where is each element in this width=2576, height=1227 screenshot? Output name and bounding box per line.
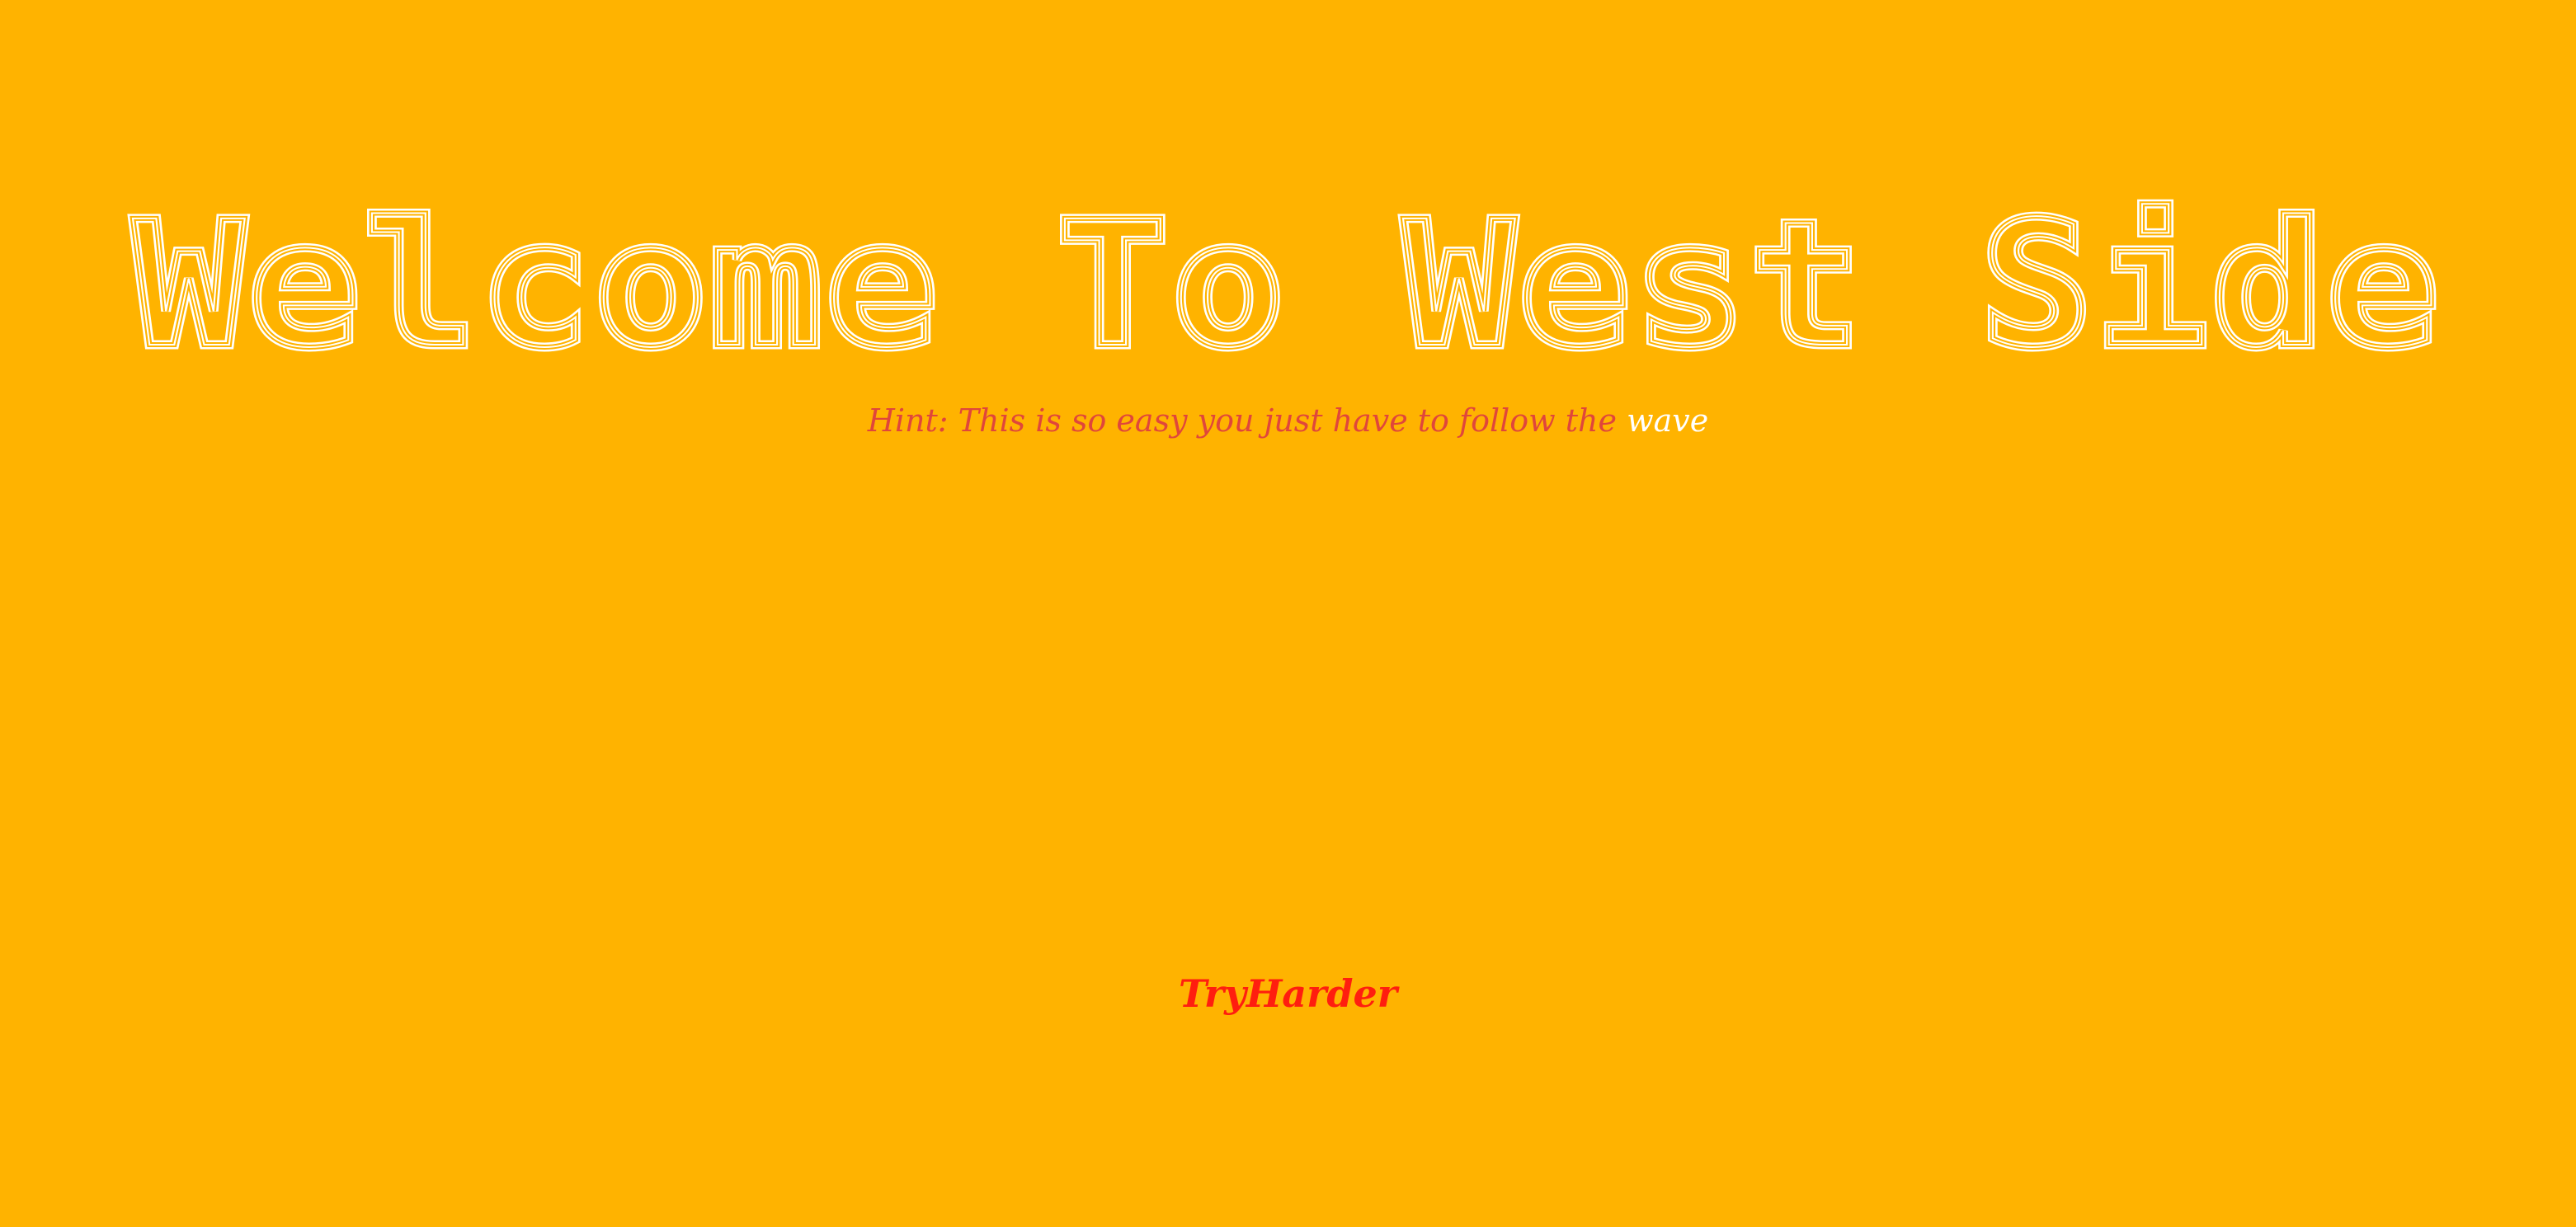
page-title: Welcome To West Side Welcome To West Sid… <box>0 180 2576 391</box>
hint-text: Hint: This is so easy you just have to f… <box>0 402 2576 439</box>
page-title-graphic: Welcome To West Side Welcome To West Sid… <box>129 180 2444 391</box>
try-harder-link[interactable]: TryHarder <box>0 971 2576 1016</box>
hint-prefix: Hint: This is so easy you just have to f… <box>867 402 1617 439</box>
page: Welcome To West Side Welcome To West Sid… <box>0 0 2576 1227</box>
hint-highlight-word: wave <box>1627 402 1709 439</box>
page-title-inline: Welcome To West Side <box>133 184 2442 386</box>
